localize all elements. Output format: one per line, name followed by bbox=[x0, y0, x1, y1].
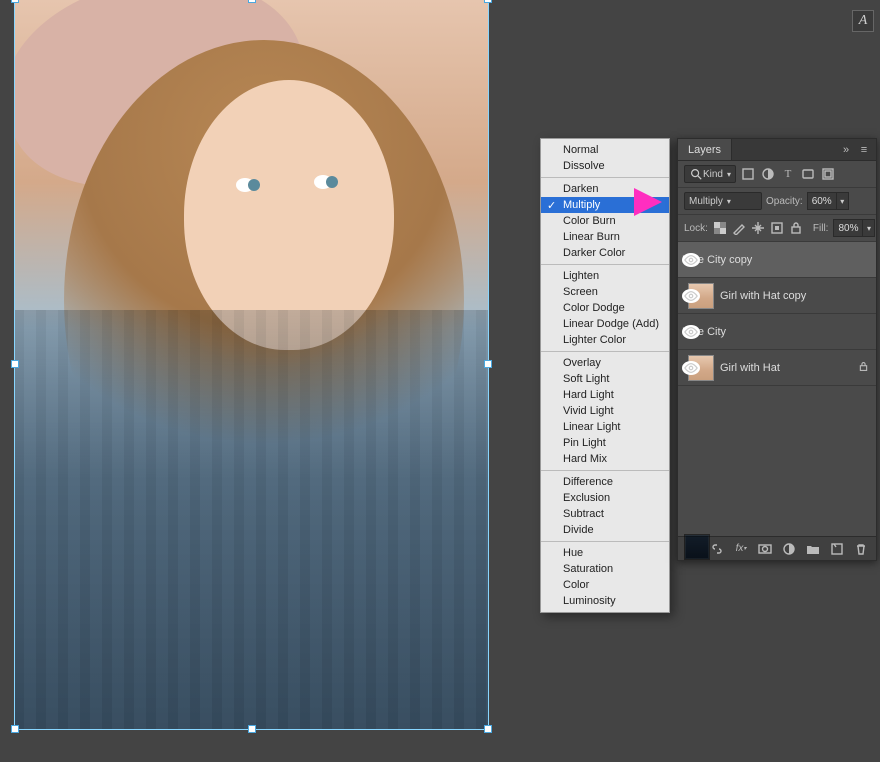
layer-row[interactable]: Blue City bbox=[678, 314, 876, 350]
layer-row[interactable]: Girl with Hat copy bbox=[678, 278, 876, 314]
blend-mode-option[interactable]: Color Dodge bbox=[541, 300, 669, 316]
blend-mode-option[interactable]: Hard Mix bbox=[541, 451, 669, 467]
blend-mode-option[interactable]: Normal bbox=[541, 142, 669, 158]
blend-mode-option[interactable]: Lighten bbox=[541, 268, 669, 284]
blend-mode-option[interactable]: Screen bbox=[541, 284, 669, 300]
layer-name[interactable]: Girl with Hat copy bbox=[720, 290, 858, 302]
filter-type-icon[interactable]: T bbox=[780, 166, 796, 182]
blend-mode-option[interactable]: Subtract bbox=[541, 506, 669, 522]
layer-name[interactable]: Blue City copy bbox=[682, 254, 858, 266]
layer-lock-icon bbox=[858, 361, 870, 375]
layer-fx-icon[interactable]: fx▾ bbox=[734, 542, 748, 556]
link-layers-icon[interactable] bbox=[710, 542, 724, 556]
filter-smart-icon[interactable] bbox=[820, 166, 836, 182]
blend-mode-option[interactable]: Hard Light bbox=[541, 387, 669, 403]
tab-layers[interactable]: Layers bbox=[678, 139, 732, 160]
blend-mode-option[interactable]: Exclusion bbox=[541, 490, 669, 506]
fill-label: Fill: bbox=[813, 223, 829, 234]
fill-input[interactable]: 80% ▾ bbox=[833, 219, 875, 237]
blend-mode-option[interactable]: Darker Color bbox=[541, 245, 669, 261]
lock-transparency-icon[interactable] bbox=[713, 220, 727, 236]
blend-mode-option[interactable]: Hue bbox=[541, 545, 669, 561]
layer-visibility-toggle[interactable] bbox=[682, 361, 700, 375]
layer-visibility-toggle[interactable] bbox=[682, 325, 700, 339]
opacity-label: Opacity: bbox=[766, 196, 803, 207]
layer-row[interactable]: Blue City copy bbox=[678, 242, 876, 278]
layer-list: Blue City copy Girl with Hat copy Blue Cit… bbox=[678, 242, 876, 386]
fill-value: 80% bbox=[833, 219, 863, 237]
filter-kind-label: Kind bbox=[703, 169, 723, 180]
annotation-arrow bbox=[634, 188, 662, 216]
layers-panel: Layers » ≡ Kind ▾ T Multiply ▾ Opacity: … bbox=[677, 138, 877, 561]
blend-mode-option[interactable]: Color bbox=[541, 577, 669, 593]
layer-mask-icon[interactable] bbox=[758, 542, 772, 556]
blend-mode-option[interactable]: Linear Burn bbox=[541, 229, 669, 245]
blend-opacity-row: Multiply ▾ Opacity: 60% ▾ bbox=[678, 188, 876, 215]
chevron-down-icon[interactable]: ▾ bbox=[837, 192, 849, 210]
delete-layer-icon[interactable] bbox=[854, 542, 868, 556]
lock-pixels-icon[interactable] bbox=[732, 220, 746, 236]
lock-fill-row: Lock: Fill: 80% ▾ bbox=[678, 215, 876, 242]
blend-mode-option[interactable]: Luminosity bbox=[541, 593, 669, 609]
adjustment-layer-icon[interactable] bbox=[782, 542, 796, 556]
blend-mode-option[interactable]: Linear Light bbox=[541, 419, 669, 435]
layer-visibility-toggle[interactable] bbox=[682, 289, 700, 303]
new-group-icon[interactable] bbox=[806, 542, 820, 556]
filter-pixel-icon[interactable] bbox=[740, 166, 756, 182]
opacity-value: 60% bbox=[807, 192, 837, 210]
lock-all-icon[interactable] bbox=[789, 220, 803, 236]
filter-shape-icon[interactable] bbox=[800, 166, 816, 182]
blend-mode-option[interactable]: Divide bbox=[541, 522, 669, 538]
blend-mode-option[interactable]: Vivid Light bbox=[541, 403, 669, 419]
search-icon bbox=[689, 167, 703, 181]
lock-label: Lock: bbox=[684, 223, 708, 234]
panel-tab-bar: Layers » ≡ bbox=[678, 139, 876, 161]
chevron-down-icon: ▾ bbox=[727, 197, 731, 206]
layer-name[interactable]: Girl with Hat bbox=[720, 362, 858, 374]
layer-filter-row: Kind ▾ T bbox=[678, 161, 876, 188]
blend-mode-option[interactable]: Lighter Color bbox=[541, 332, 669, 348]
panel-collapse-icon[interactable]: » bbox=[838, 142, 854, 158]
blend-mode-option[interactable]: Difference bbox=[541, 474, 669, 490]
lock-position-icon[interactable] bbox=[751, 220, 765, 236]
chevron-down-icon: ▾ bbox=[727, 170, 731, 179]
blend-mode-option[interactable]: Saturation bbox=[541, 561, 669, 577]
opacity-input[interactable]: 60% ▾ bbox=[807, 192, 849, 210]
blend-mode-dropdown[interactable]: Multiply ▾ bbox=[684, 192, 762, 210]
blend-mode-value: Multiply bbox=[689, 196, 723, 207]
blend-mode-option[interactable]: Linear Dodge (Add) bbox=[541, 316, 669, 332]
layer-visibility-toggle[interactable] bbox=[682, 253, 700, 267]
canvas[interactable] bbox=[14, 0, 489, 730]
canvas-image bbox=[14, 0, 489, 730]
character-panel-icon[interactable]: A bbox=[852, 10, 874, 32]
filter-kind-dropdown[interactable]: Kind ▾ bbox=[684, 165, 736, 183]
layer-thumbnail[interactable] bbox=[684, 534, 710, 560]
layer-row[interactable]: Girl with Hat bbox=[678, 350, 876, 386]
new-layer-icon[interactable] bbox=[830, 542, 844, 556]
filter-adjustment-icon[interactable] bbox=[760, 166, 776, 182]
blend-mode-option[interactable]: Overlay bbox=[541, 355, 669, 371]
blend-mode-option[interactable]: Pin Light bbox=[541, 435, 669, 451]
chevron-down-icon[interactable]: ▾ bbox=[863, 219, 875, 237]
panel-menu-icon[interactable]: ≡ bbox=[856, 142, 872, 158]
blend-mode-option[interactable]: Dissolve bbox=[541, 158, 669, 174]
layer-name[interactable]: Blue City bbox=[682, 326, 858, 338]
blend-mode-option[interactable]: Soft Light bbox=[541, 371, 669, 387]
lock-artboard-icon[interactable] bbox=[770, 220, 784, 236]
